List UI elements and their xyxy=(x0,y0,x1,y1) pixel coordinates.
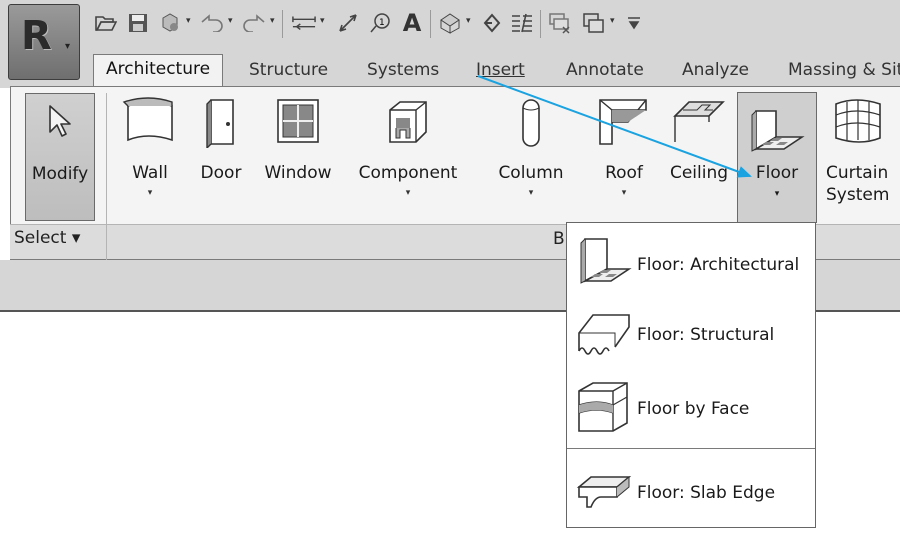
tab-structure[interactable]: Structure xyxy=(249,56,328,86)
tag-icon[interactable]: 1 xyxy=(368,11,392,35)
text-icon[interactable]: A xyxy=(400,11,424,35)
tab-massing-site[interactable]: Massing & Sit xyxy=(788,56,900,86)
floor-dropdown-menu: Floor: Architectural Floor: Structural F… xyxy=(566,222,816,528)
tab-architecture[interactable]: Architecture xyxy=(93,54,224,88)
save-icon[interactable] xyxy=(126,11,150,35)
floor-by-face-icon xyxy=(578,382,628,432)
panel-divider xyxy=(106,93,107,260)
select-label: Select xyxy=(14,228,67,248)
revit-logo-icon: R xyxy=(21,13,52,59)
undo-icon[interactable] xyxy=(200,11,224,35)
3d-view-icon[interactable] xyxy=(438,11,462,35)
ceiling-icon xyxy=(673,101,725,142)
component-icon xyxy=(389,101,427,143)
menu-item-floor-by-face[interactable]: Floor by Face xyxy=(567,373,815,443)
menu-separator xyxy=(567,448,815,449)
curtain-system-label-line1: Curtain xyxy=(826,163,889,183)
tab-insert[interactable]: Insert xyxy=(476,56,525,86)
wall-label: Wall xyxy=(132,163,168,183)
chevron-down-icon: ▾ xyxy=(528,188,534,198)
build-panel-label: B xyxy=(553,229,565,249)
customize-icon[interactable] xyxy=(622,11,646,35)
window-button[interactable]: Window xyxy=(262,96,334,216)
tab-systems[interactable]: Systems xyxy=(367,56,439,86)
chevron-down-icon[interactable]: ▾ xyxy=(270,16,275,26)
chevron-down-icon[interactable]: ▾ xyxy=(186,16,191,26)
menu-item-label: Floor: Architectural xyxy=(637,255,800,275)
chevron-down-icon: ▾ xyxy=(71,228,81,248)
floor-button[interactable]: Floor ▾ xyxy=(737,92,817,223)
roof-label: Roof xyxy=(605,163,643,183)
floor-structural-icon xyxy=(578,314,630,355)
toolbar-separator xyxy=(430,10,431,38)
floor-label: Floor xyxy=(755,163,799,183)
menu-item-label: Floor by Face xyxy=(637,399,750,419)
component-button[interactable]: Component ▾ xyxy=(354,96,462,216)
column-button[interactable]: Column ▾ xyxy=(494,96,568,216)
curtain-system-button[interactable]: Curtain System xyxy=(822,96,894,216)
modify-label: Modify xyxy=(31,164,89,184)
quick-access-toolbar: ▾ ▾ ▾ ▾ 1 A ▾ ▾ xyxy=(82,2,900,44)
chevron-down-icon[interactable]: ▾ xyxy=(610,16,615,26)
chevron-down-icon: ▾ xyxy=(621,188,627,198)
door-button[interactable]: Door xyxy=(196,96,246,216)
measure-icon[interactable] xyxy=(292,11,316,35)
component-label: Component xyxy=(358,163,458,183)
thin-lines-icon[interactable] xyxy=(510,11,534,35)
ceiling-label: Ceiling xyxy=(669,163,729,183)
window-label: Window xyxy=(264,163,332,183)
sync-icon[interactable] xyxy=(158,11,182,35)
chevron-down-icon: ▾ xyxy=(147,188,153,198)
menu-item-floor-structural[interactable]: Floor: Structural xyxy=(567,297,815,367)
application-menu-button[interactable]: R ▾ xyxy=(8,4,80,80)
tab-analyze[interactable]: Analyze xyxy=(682,56,749,86)
column-icon xyxy=(522,99,540,147)
dimension-icon[interactable] xyxy=(336,11,360,35)
column-label: Column xyxy=(498,163,564,183)
select-dropdown[interactable]: Select ▾ xyxy=(14,228,80,248)
chevron-down-icon: ▾ xyxy=(405,188,411,198)
roof-button[interactable]: Roof ▾ xyxy=(596,96,652,216)
chevron-down-icon[interactable]: ▾ xyxy=(320,16,325,26)
roof-icon xyxy=(599,99,647,145)
open-icon[interactable] xyxy=(94,11,118,35)
section-icon[interactable] xyxy=(480,11,504,35)
wall-button[interactable]: Wall ▾ xyxy=(118,96,182,216)
chevron-down-icon[interactable]: ▾ xyxy=(228,16,233,26)
modify-button[interactable]: Modify xyxy=(25,93,95,221)
floor-icon xyxy=(751,110,805,152)
chevron-down-icon[interactable]: ▾ xyxy=(466,16,471,26)
door-label: Door xyxy=(200,163,242,183)
switch-windows-icon[interactable] xyxy=(582,11,606,35)
wall-icon xyxy=(122,97,173,142)
curtain-system-icon xyxy=(835,99,881,143)
window-icon xyxy=(277,99,319,143)
floor-architectural-icon xyxy=(580,238,632,284)
close-views-icon[interactable] xyxy=(548,11,572,35)
door-icon xyxy=(206,99,234,148)
svg-text:1: 1 xyxy=(379,18,385,28)
chevron-down-icon: ▾ xyxy=(774,189,780,199)
toolbar-separator xyxy=(540,10,541,38)
cursor-arrow-icon xyxy=(49,105,71,137)
tab-annotate[interactable]: Annotate xyxy=(566,56,644,86)
curtain-system-label-line2: System xyxy=(826,185,890,205)
menu-item-label: Floor: Slab Edge xyxy=(637,483,776,503)
floor-slab-edge-icon xyxy=(576,475,632,508)
menu-item-label: Floor: Structural xyxy=(637,325,775,345)
chevron-down-icon: ▾ xyxy=(65,41,71,52)
menu-item-floor-slab-edge[interactable]: Floor: Slab Edge xyxy=(567,459,815,529)
menu-item-floor-architectural[interactable]: Floor: Architectural xyxy=(567,227,815,297)
redo-icon[interactable] xyxy=(242,11,266,35)
ceiling-button[interactable]: Ceiling xyxy=(668,96,730,216)
toolbar-separator xyxy=(282,10,283,38)
